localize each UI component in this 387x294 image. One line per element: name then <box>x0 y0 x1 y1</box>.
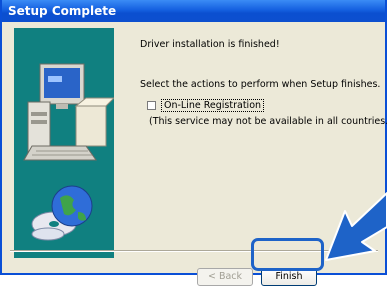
dialog-content: Driver installation is finished! Select … <box>2 22 387 286</box>
back-button[interactable]: < Back <box>197 268 253 286</box>
setup-instruction: Select the actions to perform when Setup… <box>140 79 381 90</box>
service-availability-note: (This service may not be available in al… <box>149 116 387 127</box>
dialog-title: Setup Complete <box>2 0 385 22</box>
setup-illustration-panel <box>14 28 116 258</box>
finish-button-highlight <box>251 238 324 271</box>
cd-globe-icon <box>31 185 93 241</box>
online-registration-checkbox[interactable] <box>147 101 156 110</box>
setup-dialog: Setup Complete Driver installation is fi… <box>0 0 387 286</box>
install-finished-message: Driver installation is finished! <box>140 39 280 50</box>
online-registration-label[interactable]: On-Line Registration <box>161 99 265 112</box>
